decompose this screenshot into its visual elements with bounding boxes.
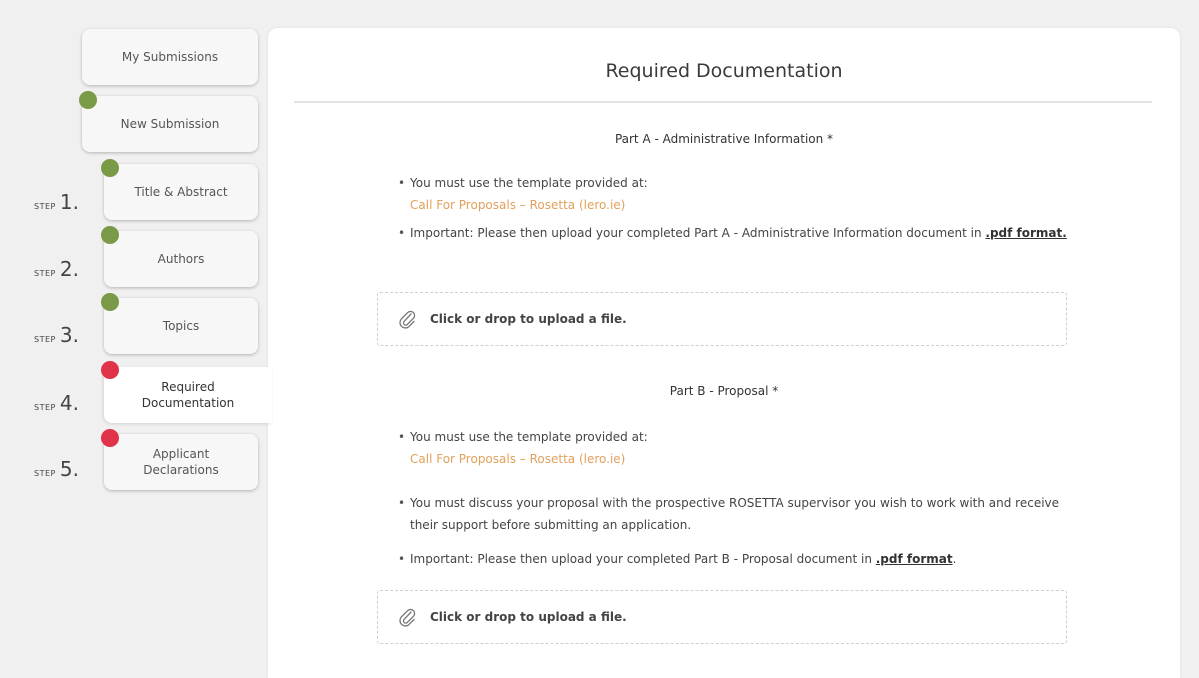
pdf-format-note: .pdf format	[875, 552, 953, 566]
sidebar-nav: My Submissions New Submission STEP 1. Ti…	[0, 0, 272, 662]
sidebar-item-label: Topics	[162, 319, 200, 333]
sidebar-item-label: Applicant Declarations	[143, 447, 219, 477]
list-item: You must discuss your proposal with the …	[396, 492, 1070, 536]
list-item: Important: Please then upload your compl…	[396, 548, 1070, 570]
status-dot-complete	[101, 159, 119, 177]
step-label-5: STEP 5.	[34, 457, 79, 481]
sidebar-item-label: New Submission	[120, 117, 220, 131]
sidebar-item-topics[interactable]: Topics	[104, 298, 258, 354]
sidebar-item-applicant-declarations[interactable]: Applicant Declarations	[104, 434, 258, 490]
status-dot-incomplete	[101, 361, 119, 379]
file-upload-part-a[interactable]: Click or drop to upload a file.	[377, 292, 1067, 346]
sidebar-item-label: Authors	[157, 252, 205, 266]
step-label-3: STEP 3.	[34, 323, 79, 347]
paperclip-icon	[399, 608, 416, 627]
sidebar-item-new-submission[interactable]: New Submission	[82, 96, 258, 152]
sidebar-item-label: Required Documentation	[141, 380, 235, 410]
title-divider	[294, 101, 1152, 103]
step-label-4: STEP 4.	[34, 391, 79, 415]
paperclip-icon	[399, 310, 416, 329]
pdf-format-note: .pdf format.	[985, 226, 1067, 240]
list-item: Important: Please then upload your compl…	[396, 222, 1070, 244]
file-upload-part-b[interactable]: Click or drop to upload a file.	[377, 590, 1067, 644]
sidebar-item-authors[interactable]: Authors	[104, 231, 258, 287]
part-b-heading: Part B - Proposal *	[669, 384, 779, 398]
part-a-heading: Part A - Administrative Information *	[614, 132, 834, 146]
status-dot-complete	[79, 91, 97, 109]
sidebar-item-title-abstract[interactable]: Title & Abstract	[104, 164, 258, 220]
list-item: You must use the template provided at: C…	[396, 172, 1070, 216]
template-link[interactable]: Call For Proposals – Rosetta (lero.ie)	[410, 448, 1070, 470]
step-label-2: STEP 2.	[34, 257, 79, 281]
sidebar-item-my-submissions[interactable]: My Submissions	[82, 29, 258, 85]
sidebar-item-required-documentation[interactable]: Required Documentation	[104, 367, 272, 423]
main-panel: Required Documentation Part A - Administ…	[268, 28, 1180, 678]
step-label-1: STEP 1.	[34, 190, 79, 214]
sidebar-item-label: My Submissions	[121, 50, 219, 64]
upload-prompt: Click or drop to upload a file.	[430, 610, 627, 624]
status-dot-complete	[101, 293, 119, 311]
sidebar-item-label: Title & Abstract	[134, 185, 228, 199]
page-title: Required Documentation	[605, 60, 843, 82]
list-item: You must use the template provided at: C…	[396, 426, 1070, 470]
upload-prompt: Click or drop to upload a file.	[430, 312, 627, 326]
template-link[interactable]: Call For Proposals – Rosetta (lero.ie)	[410, 194, 1070, 216]
status-dot-incomplete	[101, 429, 119, 447]
status-dot-complete	[101, 226, 119, 244]
